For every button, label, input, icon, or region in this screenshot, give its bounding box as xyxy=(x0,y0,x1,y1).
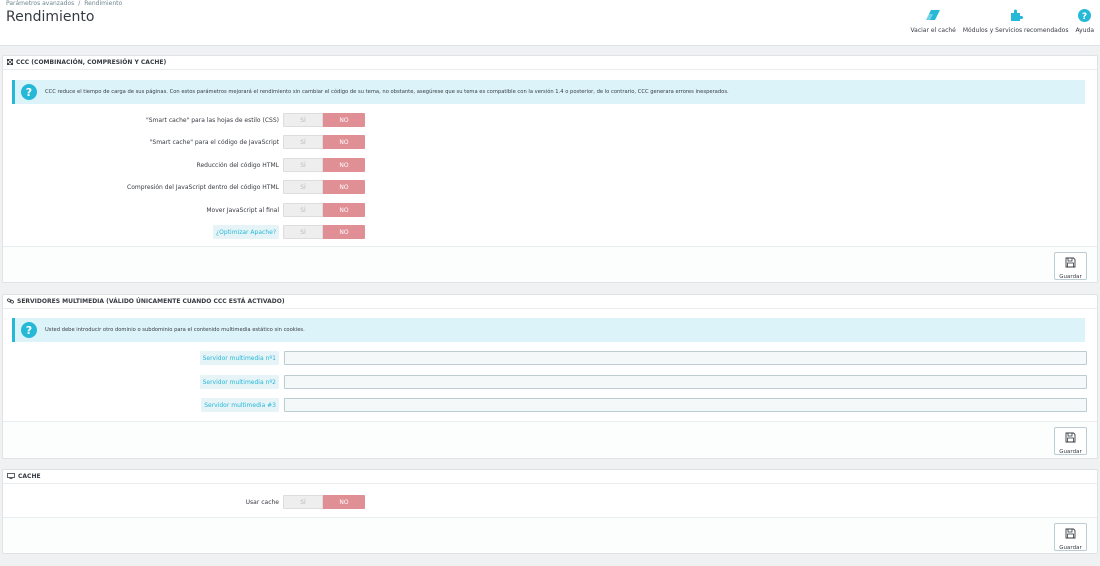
media-server-3-input[interactable] xyxy=(284,398,1087,412)
cache-panel: CACHE Usar cache SÍ NO Guardar xyxy=(2,469,1098,554)
switch-yes[interactable]: SÍ xyxy=(283,113,323,127)
ccc-alert-text: CCC reduce el tiempo de carga de sus pág… xyxy=(45,89,729,95)
ccc-option-label: Compresión del JavaScript dentro del cód… xyxy=(127,183,279,191)
media-server-label[interactable]: Servidor multimedia nº1 xyxy=(199,351,279,365)
breadcrumb: Parámetros avanzados / Rendimiento xyxy=(6,0,122,7)
toolbar: Vaciar el caché Módulos y Servicios reco… xyxy=(911,7,1094,34)
html-minify-switch[interactable]: SÍ NO xyxy=(283,158,365,172)
desktop-icon xyxy=(7,472,18,481)
ccc-option-row: ¿Optimizar Apache? SÍ NO xyxy=(3,225,1099,239)
link-icon xyxy=(7,298,17,306)
switch-no[interactable]: NO xyxy=(323,180,365,194)
ccc-panel-heading: CCC (COMBINACIÓN, COMPRESIÓN Y CACHE) xyxy=(3,56,1097,70)
ccc-option-label: "Smart cache" para el código de JavaScri… xyxy=(149,138,279,146)
media-server-label[interactable]: Servidor multimedia nº2 xyxy=(199,375,279,389)
cache-save-button[interactable]: Guardar xyxy=(1054,523,1087,551)
media-server-row: Servidor multimedia #3 xyxy=(3,398,1099,412)
media-server-2-input[interactable] xyxy=(284,375,1087,389)
recommended-modules-label: Módulos y Servicios recomendados xyxy=(962,27,1069,34)
eraser-icon xyxy=(925,7,941,23)
ccc-option-label: Mover JavaScript al final xyxy=(206,206,279,214)
breadcrumb-parent[interactable]: Parámetros avanzados xyxy=(6,0,74,7)
ccc-option-row: Reducción del código HTML SÍ NO xyxy=(3,158,1099,172)
switch-yes[interactable]: SÍ xyxy=(283,225,323,239)
switch-no[interactable]: NO xyxy=(323,203,365,217)
switch-no[interactable]: NO xyxy=(323,135,365,149)
media-panel-footer: Guardar xyxy=(3,421,1097,457)
media-info-alert: ? Usted debe introducir otro dominio o s… xyxy=(12,318,1085,342)
media-panel-heading: SERVIDORES MULTIMEDIA (VÁLIDO ÚNICAMENTE… xyxy=(3,295,1097,309)
media-panel-title: SERVIDORES MULTIMEDIA (VÁLIDO ÚNICAMENTE… xyxy=(17,298,285,305)
ccc-option-row: "Smart cache" para las hojas de estilo (… xyxy=(3,113,1099,127)
fullscreen-icon xyxy=(6,58,16,67)
switch-yes[interactable]: SÍ xyxy=(283,180,323,194)
question-icon: ? xyxy=(21,84,37,100)
ccc-panel: CCC (COMBINACIÓN, COMPRESIÓN Y CACHE) ? … xyxy=(2,55,1098,283)
media-alert-text: Usted debe introducir otro dominio o sub… xyxy=(45,327,305,333)
switch-yes[interactable]: SÍ xyxy=(283,135,323,149)
media-server-label[interactable]: Servidor multimedia #3 xyxy=(201,398,279,412)
save-icon xyxy=(1065,428,1076,447)
cache-panel-footer: Guardar xyxy=(3,517,1097,553)
cache-panel-title: CACHE xyxy=(18,473,41,480)
cache-option-row: Usar cache SÍ NO xyxy=(3,495,1099,509)
page-header: Parámetros avanzados / Rendimiento Rendimi… xyxy=(0,0,1100,46)
save-label: Guardar xyxy=(1059,544,1082,551)
help-button[interactable]: ? Ayuda xyxy=(1075,7,1094,34)
page-title: Rendimiento xyxy=(6,9,95,25)
ccc-panel-title: CCC (COMBINACIÓN, COMPRESIÓN Y CACHE) xyxy=(16,59,167,66)
breadcrumb-current: Rendimiento xyxy=(84,0,123,7)
switch-no[interactable]: NO xyxy=(323,113,365,127)
media-server-row: Servidor multimedia nº2 xyxy=(3,375,1099,389)
ccc-info-alert: ? CCC reduce el tiempo de carga de sus p… xyxy=(12,80,1085,104)
svg-text:?: ? xyxy=(1082,12,1087,22)
switch-yes[interactable]: SÍ xyxy=(283,158,323,172)
media-server-1-input[interactable] xyxy=(284,351,1087,365)
clear-cache-button[interactable]: Vaciar el caché xyxy=(911,7,956,34)
save-icon xyxy=(1065,253,1076,272)
css-smart-cache-switch[interactable]: SÍ NO xyxy=(283,113,365,127)
save-icon xyxy=(1065,524,1076,543)
use-cache-label: Usar cache xyxy=(245,498,279,506)
media-server-row: Servidor multimedia nº1 xyxy=(3,351,1099,365)
apache-optimize-switch[interactable]: SÍ NO xyxy=(283,225,365,239)
help-label: Ayuda xyxy=(1075,27,1094,34)
move-js-to-end-switch[interactable]: SÍ NO xyxy=(283,203,365,217)
save-label: Guardar xyxy=(1059,273,1082,280)
media-save-button[interactable]: Guardar xyxy=(1054,427,1087,455)
puzzle-icon xyxy=(1009,7,1023,23)
ccc-option-label: "Smart cache" para las hojas de estilo (… xyxy=(146,116,279,124)
clear-cache-label: Vaciar el caché xyxy=(910,27,956,34)
help-icon: ? xyxy=(1078,7,1092,23)
ccc-option-row: "Smart cache" para el código de JavaScri… xyxy=(3,135,1099,149)
switch-no[interactable]: NO xyxy=(323,495,365,509)
apache-optimize-help-label[interactable]: ¿Optimizar Apache? xyxy=(212,225,279,239)
inline-js-compress-switch[interactable]: SÍ NO xyxy=(283,180,365,194)
ccc-option-row: Mover JavaScript al final SÍ NO xyxy=(3,203,1099,217)
js-smart-cache-switch[interactable]: SÍ NO xyxy=(283,135,365,149)
switch-no[interactable]: NO xyxy=(323,225,365,239)
cache-panel-heading: CACHE xyxy=(3,470,1097,484)
breadcrumb-separator: / xyxy=(78,0,81,7)
ccc-save-button[interactable]: Guardar xyxy=(1054,252,1087,280)
ccc-option-row: Compresión del JavaScript dentro del cód… xyxy=(3,180,1099,194)
save-label: Guardar xyxy=(1059,448,1082,455)
switch-no[interactable]: NO xyxy=(323,158,365,172)
recommended-modules-button[interactable]: Módulos y Servicios recomendados xyxy=(962,7,1069,34)
ccc-option-label: Reducción del código HTML xyxy=(196,161,279,169)
switch-yes[interactable]: SÍ xyxy=(283,203,323,217)
media-servers-panel: SERVIDORES MULTIMEDIA (VÁLIDO ÚNICAMENTE… xyxy=(2,294,1098,459)
question-icon: ? xyxy=(21,322,37,338)
switch-yes[interactable]: SÍ xyxy=(283,495,323,509)
ccc-panel-footer: Guardar xyxy=(3,246,1097,282)
use-cache-switch[interactable]: SÍ NO xyxy=(283,495,365,509)
